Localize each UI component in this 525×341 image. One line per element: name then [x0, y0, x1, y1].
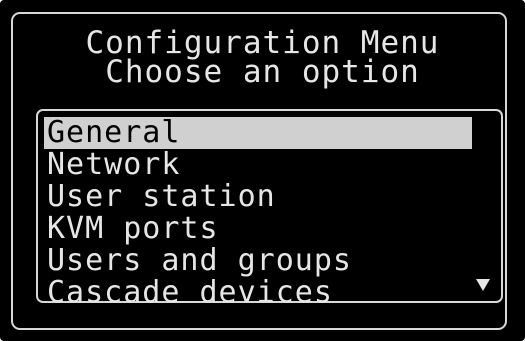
menu-subtitle: Choose an option — [105, 54, 420, 90]
terminal-screen: Configuration Menu Choose an option Gene… — [0, 0, 525, 341]
menu-item-user-station[interactable]: User station — [44, 181, 472, 213]
menu-item-general[interactable]: General — [44, 117, 472, 149]
option-list: General Network User station KVM ports U… — [44, 117, 474, 309]
menu-item-network[interactable]: Network — [44, 149, 472, 181]
triangle-down-icon[interactable] — [476, 279, 490, 291]
menu-item-cascade-devices[interactable]: Cascade devices — [44, 277, 472, 309]
menu-item-users-and-groups[interactable]: Users and groups — [44, 245, 472, 277]
menu-item-kvm-ports[interactable]: KVM ports — [44, 213, 472, 245]
